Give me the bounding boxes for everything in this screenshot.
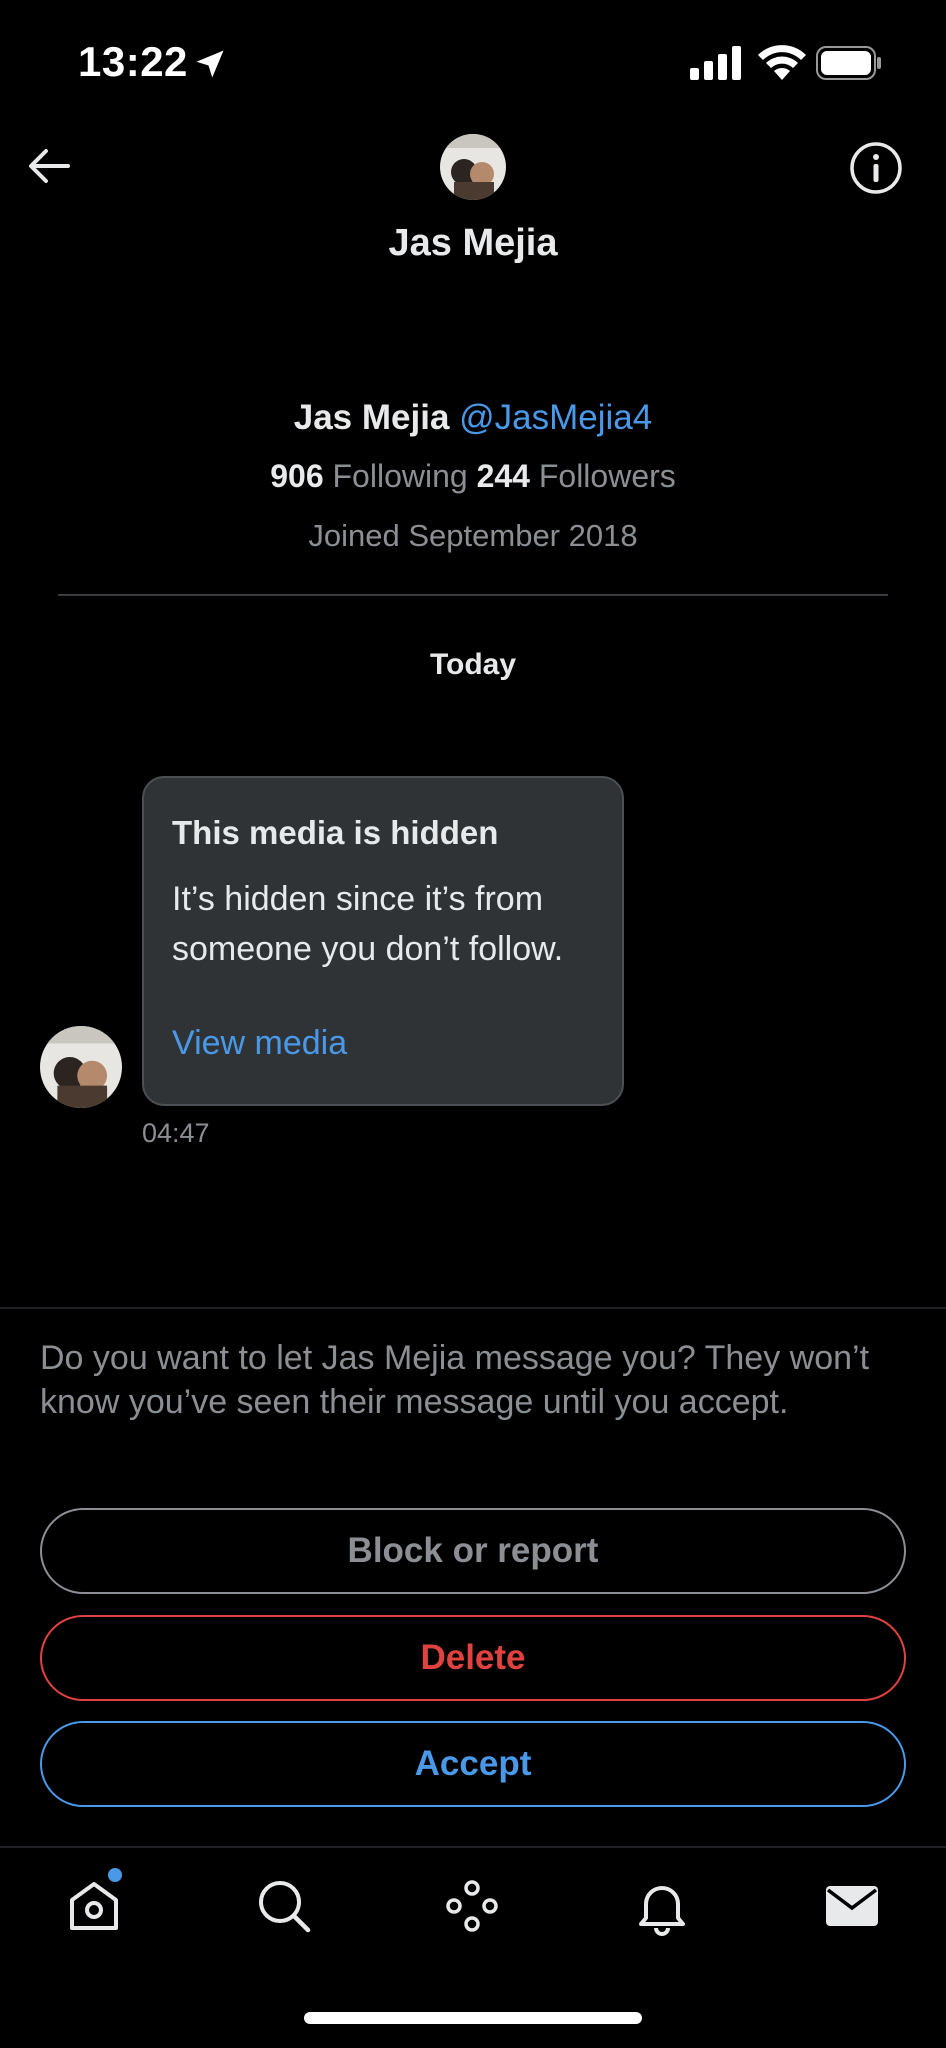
following-count: 906: [270, 458, 324, 494]
divider: [58, 594, 888, 596]
cellular-signal-icon: [690, 46, 741, 80]
info-icon[interactable]: [848, 140, 904, 196]
messages-icon[interactable]: [820, 1874, 884, 1938]
hidden-media-title: This media is hidden: [172, 814, 499, 851]
home-notification-dot: [108, 1868, 122, 1882]
battery-icon: [816, 46, 881, 80]
search-icon[interactable]: [252, 1874, 316, 1938]
accept-button[interactable]: Accept: [40, 1721, 906, 1807]
avatar-photo: [40, 1026, 122, 1108]
notifications-icon[interactable]: [630, 1874, 694, 1938]
panel-divider: [0, 1307, 946, 1309]
block-or-report-button[interactable]: Block or report: [40, 1508, 906, 1594]
hidden-media-description: It’s hidden since it’s from someone you …: [172, 880, 564, 968]
view-media-link[interactable]: View media: [172, 1024, 347, 1063]
following-label: Following: [332, 458, 468, 494]
delete-button[interactable]: Delete: [40, 1615, 906, 1701]
message-bubble: This media is hidden It’s hidden since i…: [142, 776, 624, 1106]
tab-bar-divider: [0, 1846, 946, 1848]
header-avatar[interactable]: [440, 134, 506, 200]
followers-label: Followers: [538, 458, 676, 494]
joined-date: Joined September 2018: [308, 518, 638, 553]
home-indicator: [304, 2012, 642, 2024]
avatar-photo: [440, 134, 506, 200]
status-time: 13:22: [78, 38, 188, 85]
followers-count: 244: [476, 458, 530, 494]
home-icon[interactable]: [62, 1874, 126, 1938]
back-arrow-icon[interactable]: [24, 140, 76, 192]
location-arrow-icon: [196, 50, 224, 78]
message-timestamp: 04:47: [142, 1118, 210, 1148]
wifi-icon: [758, 45, 806, 80]
profile-stats: 906 Following 244 Followers: [0, 458, 946, 495]
profile-name-line: Jas Mejia @JasMejia4: [0, 398, 946, 438]
date-separator: Today: [429, 648, 517, 681]
sender-avatar[interactable]: [40, 1026, 122, 1108]
profile-handle[interactable]: @JasMejia4: [459, 398, 652, 437]
profile-name[interactable]: Jas Mejia: [294, 398, 450, 437]
conversation-title: Jas Mejia: [388, 222, 558, 264]
message-request-prompt: Do you want to let Jas Mejia message you…: [40, 1339, 870, 1421]
spaces-icon[interactable]: [440, 1874, 504, 1938]
